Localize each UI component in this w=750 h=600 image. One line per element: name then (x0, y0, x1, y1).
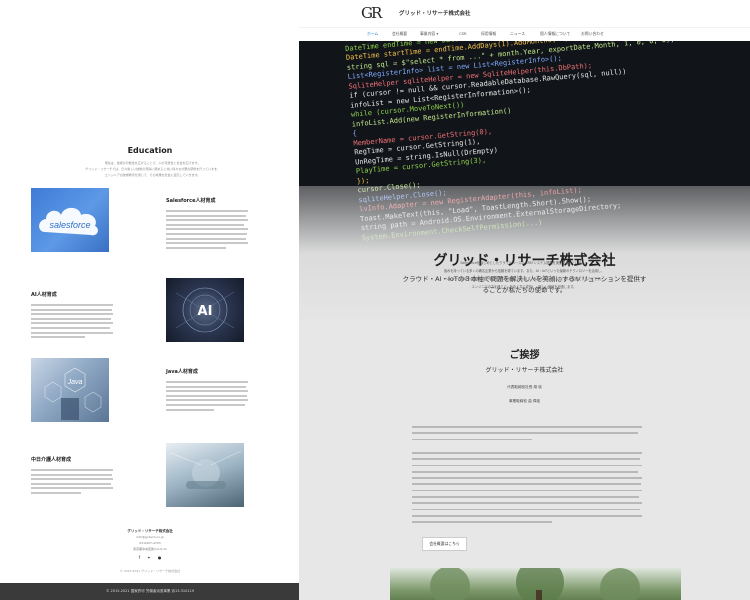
nav-contact[interactable]: お問い合わせ (581, 28, 604, 42)
greeting-paragraph (412, 452, 642, 527)
hero-description-line: Salesforceをはじめとしたクラウドベースの CRM システム開発を実施す… (460, 261, 588, 265)
nav-business[interactable]: 事業内容 ▾ (420, 28, 438, 42)
left-footer-info: グリッド・リサーチ株式会社 info@gr-tech.co.jp 03-6457… (0, 528, 300, 552)
greeting-paragraph (412, 426, 642, 445)
corporate-page: GR グリッド・リサーチ株式会社 ホーム 会社概要 事業内容 ▾ CSR 採用情… (299, 0, 750, 600)
java-hexagon-icon: Java (44, 367, 102, 420)
site-title[interactable]: グリッド・リサーチ株式会社 (399, 9, 471, 17)
education-page: Education 現在は、技術の可能性を広げることで、人の可能性と社会を広げま… (0, 0, 300, 600)
greeting-signature: 代表取締役社長 胡 琰 (507, 385, 542, 389)
salesforce-cloud-icon: salesforce (39, 207, 98, 236)
ai-heading: AI人材育成 (31, 292, 57, 298)
java-heading: Java人材育成 (166, 369, 198, 375)
java-text: Java人材育成 (166, 368, 248, 413)
hero-description-line: ヘルスケア領域での新規製品・新サービスを創出しています。私たちのビジョンは、人を… (444, 277, 604, 281)
copyright-bar: © 2015-2021 国家許可 労働者派遣事業 派13-310119 (0, 583, 300, 600)
greeting-tree-image (390, 558, 681, 600)
tree-photo-icon (430, 558, 640, 600)
social-links: f ✦ ● (0, 555, 300, 560)
nav-recruit[interactable]: 採用情報 (481, 28, 496, 42)
nav-company[interactable]: 会社概要 (392, 28, 407, 42)
care-image[interactable] (166, 443, 244, 507)
hero-description-line: 強みを持っている多くの著名企業から信頼を得ています。また、AI・IoTといった最… (443, 269, 605, 273)
company-profile-button[interactable]: 会社概要はこちら (422, 537, 467, 551)
footer-address: 東京都中央区新川2-9-11 (133, 547, 167, 551)
ai-text: AI人材育成 (31, 291, 113, 341)
site-logo[interactable]: GR (361, 4, 391, 24)
salesforce-image[interactable]: salesforce (31, 188, 109, 252)
care-robot-hand-icon (170, 450, 242, 489)
main-nav: ホーム 会社概要 事業内容 ▾ CSR 採用情報 ニュース 個人情報について お… (299, 27, 750, 43)
greeting-company: グリッド・リサーチ株式会社 (485, 367, 564, 374)
twitter-icon[interactable]: ✦ (147, 555, 150, 560)
ai-network-icon: AI (175, 287, 235, 333)
ai-logo-text: AI (198, 304, 213, 319)
hero-description-line: エンジニアの力を通じて、社会と共に成長し、新しい価値を創造します。 (471, 285, 577, 289)
greeting-section: ご挨拶 グリッド・リサーチ株式会社 代表取締役社長 胡 琰 事業取締役 曲 偉強… (299, 320, 750, 600)
greeting-title: ご挨拶 (509, 350, 540, 361)
facebook-icon[interactable]: f (139, 555, 140, 560)
education-intro-line: エンジニアの技術教育を通じて、その成果を社会に還元していきます。 (104, 173, 201, 177)
education-title: Education (127, 146, 173, 155)
care-heading: 中日介護人材育成 (31, 457, 72, 463)
ai-image[interactable]: AI (166, 278, 244, 342)
footer-copyright-small: © 2015-2021 グリッド・リサーチ株式会社 (119, 569, 181, 573)
greeting-signature: 事業取締役 曲 偉強 (508, 399, 541, 403)
nav-csr[interactable]: CSR (459, 28, 467, 42)
care-text: 中日介護人材育成 (31, 456, 113, 497)
site-header: GR グリッド・リサーチ株式会社 (299, 0, 750, 27)
nav-news[interactable]: ニュース (510, 28, 525, 42)
line-icon[interactable]: ● (158, 555, 162, 560)
java-logo-text: Java (67, 379, 83, 386)
salesforce-logo-text: salesforce (49, 220, 90, 230)
logo-letters: GR (361, 4, 382, 22)
nav-privacy[interactable]: 個人情報について (540, 28, 570, 42)
salesforce-text: Salesforce人材育成 (166, 197, 248, 251)
java-image[interactable]: Java (31, 358, 109, 422)
salesforce-heading: Salesforce人材育成 (166, 198, 216, 204)
